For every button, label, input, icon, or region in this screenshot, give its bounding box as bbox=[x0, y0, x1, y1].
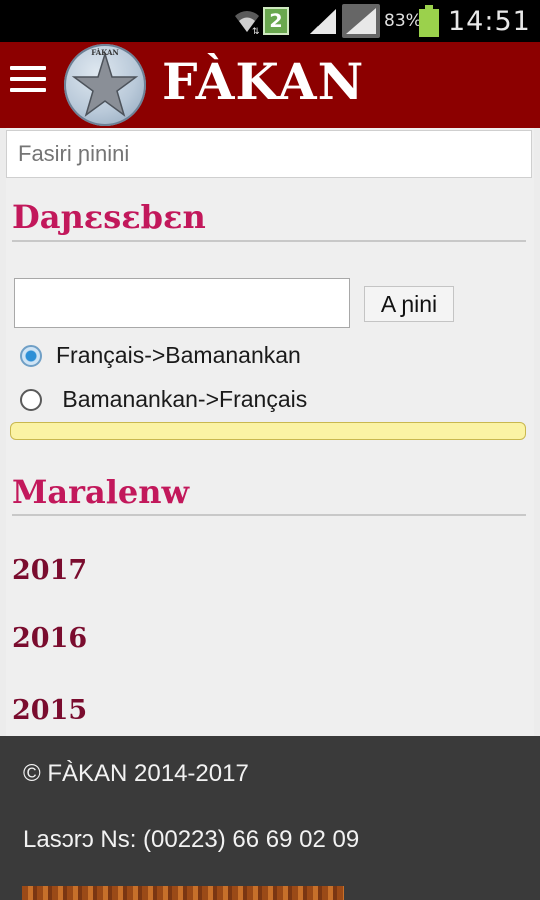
clock-time: 14:51 bbox=[448, 5, 531, 37]
radio-label: Français->Bamanankan bbox=[56, 342, 301, 368]
radio-label: Bamanankan->Français bbox=[56, 386, 308, 412]
notification-count: 2 bbox=[263, 7, 289, 35]
signal-icon-secondary bbox=[342, 0, 380, 42]
dictionary-result-area bbox=[10, 422, 526, 440]
archives-title: Maralenw bbox=[12, 473, 190, 511]
battery-icon bbox=[419, 0, 439, 42]
brand-title[interactable]: FÀKAN bbox=[162, 52, 364, 111]
footer-copyright: © FÀKAN 2014-2017 bbox=[23, 760, 249, 787]
svg-text:⇅: ⇅ bbox=[252, 27, 260, 36]
hamburger-menu-icon[interactable] bbox=[10, 66, 46, 96]
archive-year-link[interactable]: 2015 bbox=[12, 695, 87, 726]
archive-year-link[interactable]: 2017 bbox=[12, 555, 87, 586]
dictionary-word-input[interactable] bbox=[14, 278, 350, 328]
footer-banner-image bbox=[22, 886, 344, 900]
footer: © FÀKAN 2014-2017 Lasɔrɔ Ns: (00223) 66 … bbox=[0, 736, 540, 900]
site-search-input[interactable] bbox=[6, 130, 532, 178]
archive-year-link[interactable]: 2016 bbox=[12, 623, 87, 654]
notification-badge: 2 bbox=[263, 0, 289, 42]
wifi-icon: ⇅ bbox=[232, 0, 262, 42]
section-divider bbox=[12, 240, 526, 242]
radio-bm-to-fr[interactable]: Bamanankan->Français bbox=[20, 386, 307, 413]
logo-text: FÀKAN bbox=[91, 48, 119, 57]
dictionary-title: Daɲɛsɛbɛn bbox=[12, 198, 206, 236]
battery-percent: 83% bbox=[384, 11, 422, 31]
section-divider bbox=[12, 514, 526, 516]
radio-button-unchecked[interactable] bbox=[20, 388, 42, 411]
radio-button-checked[interactable] bbox=[20, 344, 42, 367]
status-bar: ⇅ 2 83% 14:51 bbox=[0, 0, 540, 42]
footer-contact: Lasɔrɔ Ns: (00223) 66 69 02 09 bbox=[23, 826, 360, 853]
dictionary-search-button[interactable]: A ɲini bbox=[364, 286, 454, 322]
radio-fr-to-bm[interactable]: Français->Bamanankan bbox=[20, 342, 301, 369]
signal-icon bbox=[308, 0, 338, 42]
app-header: FÀKAN FÀKAN bbox=[0, 42, 540, 128]
brand-logo[interactable]: FÀKAN bbox=[64, 44, 146, 126]
main-content: Daɲɛsɛbɛn A ɲini Français->Bamanankan Ba… bbox=[6, 128, 534, 736]
